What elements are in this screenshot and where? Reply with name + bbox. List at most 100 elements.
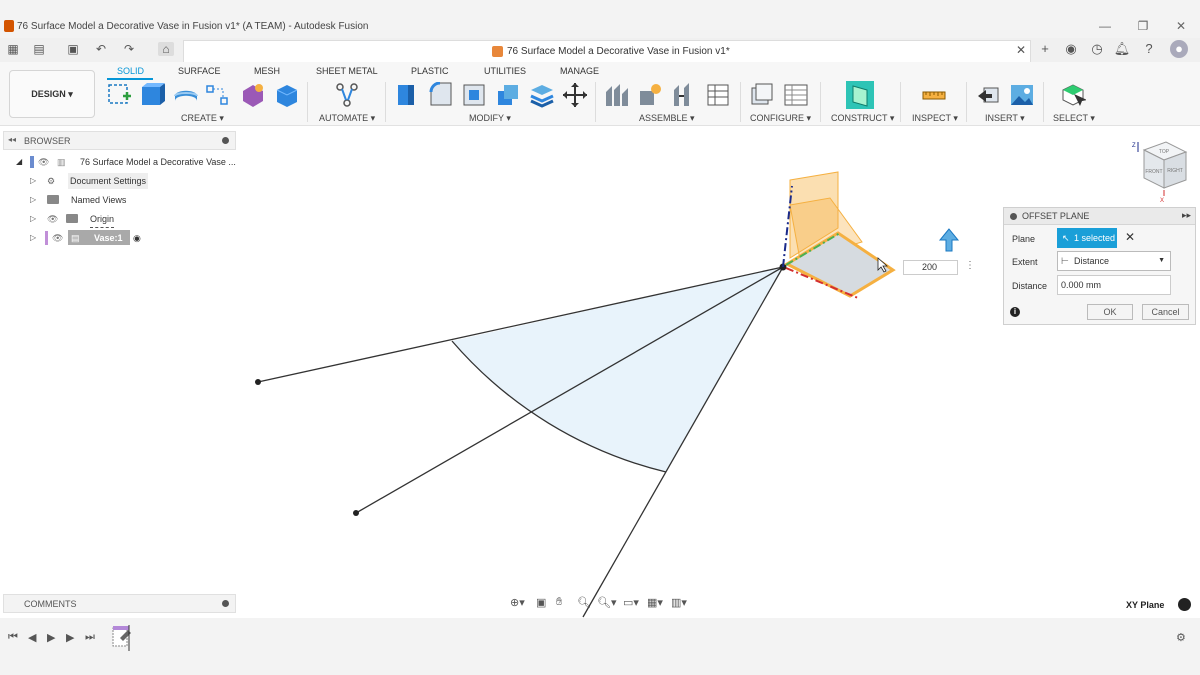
timeline-sketch-feature-icon[interactable] [110, 624, 136, 652]
expand-arrow-icon[interactable]: ◢ [16, 154, 22, 170]
visibility-eye-icon[interactable]: 👁︎ [52, 230, 63, 246]
expand-arrow-icon[interactable]: ▷ [30, 230, 36, 246]
more-options-icon[interactable]: ⋮ [965, 260, 975, 271]
configure-icon[interactable] [749, 82, 775, 108]
tab-surface[interactable]: SURFACE [178, 66, 221, 76]
bill-of-materials-icon[interactable] [705, 82, 731, 108]
configuration-table-icon[interactable] [783, 82, 809, 108]
grid-snaps-icon[interactable]: ▦▾ [647, 596, 663, 609]
tab-sheet-metal[interactable]: SHEET METAL [316, 66, 378, 76]
create-menu[interactable]: CREATE ▾ [181, 113, 224, 124]
comments-add-icon[interactable] [222, 600, 229, 607]
workspace-switcher[interactable]: DESIGN ▾ [9, 70, 95, 118]
pin-icon[interactable] [222, 137, 229, 144]
insert-image-icon[interactable] [1009, 82, 1035, 108]
select-menu[interactable]: SELECT ▾ [1053, 113, 1095, 124]
offset-distance-float-input[interactable]: 200 [903, 260, 958, 275]
look-at-icon[interactable]: ▣ [536, 596, 546, 609]
go-to-start-icon[interactable]: ⏮ [8, 631, 18, 644]
save-icon[interactable]: ▣ [65, 42, 81, 56]
notifications-icon[interactable]: 🔔︎ [1113, 40, 1131, 58]
close-window-button[interactable]: ✕ [1169, 19, 1193, 33]
modify-menu[interactable]: MODIFY ▾ [469, 113, 511, 124]
plane-selection-button[interactable]: ↖ 1 selected [1057, 228, 1117, 248]
create-sketch-icon[interactable] [107, 82, 133, 108]
tab-solid[interactable]: SOLID [117, 66, 144, 76]
expand-arrow-icon[interactable]: ▷ [30, 173, 36, 189]
home-icon[interactable]: ⌂ [158, 42, 174, 56]
assemble-menu[interactable]: ASSEMBLE ▾ [639, 113, 695, 124]
automate-menu[interactable]: AUTOMATE ▾ [319, 113, 375, 124]
distance-field[interactable]: 0.000 mm [1057, 275, 1171, 295]
tab-plastic[interactable]: PLASTIC [411, 66, 449, 76]
move-copy-icon[interactable] [562, 82, 588, 108]
expand-arrow-icon[interactable]: ▷ [30, 192, 36, 208]
press-pull-icon[interactable] [394, 82, 420, 108]
clear-selection-button[interactable]: ✕ [1125, 230, 1135, 244]
as-built-joint-icon[interactable] [671, 82, 697, 108]
dialog-header[interactable]: OFFSET PLANE ▸▸ [1004, 208, 1195, 225]
play-icon[interactable]: ▶ [47, 631, 55, 644]
sweep-icon[interactable] [205, 82, 231, 108]
restore-button[interactable]: ❐ [1131, 19, 1155, 33]
combine-icon[interactable] [529, 82, 555, 108]
close-tab-button[interactable]: ✕ [1016, 43, 1026, 57]
browser-item-vase[interactable]: ▷ 👁︎ ▤ Vase:1 ◉ [30, 230, 170, 246]
pan-icon[interactable]: ✋︎ [556, 596, 562, 609]
orbit-icon[interactable]: ⊕▾ [510, 596, 525, 609]
go-to-end-icon[interactable]: ⏭ [85, 631, 95, 644]
job-status-icon[interactable]: ◷ [1088, 40, 1106, 58]
expand-dialog-icon[interactable]: ▸▸ [1182, 210, 1191, 221]
construct-plane-icon[interactable] [845, 80, 875, 110]
configure-menu[interactable]: CONFIGURE ▾ [750, 113, 811, 124]
activate-radio-icon[interactable]: ◉ [133, 230, 141, 246]
undo-icon[interactable]: ↶ [93, 42, 109, 56]
browser-item-document-settings[interactable]: ▷ ⚙ Document Settings [30, 173, 170, 189]
minimize-button[interactable]: — [1093, 19, 1117, 33]
browser-item-origin[interactable]: ▷ 👁︎ Origin [30, 211, 170, 228]
file-menu-icon[interactable]: ▤ [31, 42, 47, 56]
browser-item-named-views[interactable]: ▷ Named Views [30, 192, 170, 208]
construct-menu[interactable]: CONSTRUCT ▾ [831, 113, 894, 124]
shell-icon[interactable] [495, 82, 521, 108]
user-avatar-icon[interactable]: ● [1170, 40, 1188, 58]
document-tab[interactable]: 76 Surface Model a Decorative Vase in Fu… [183, 40, 1031, 62]
info-icon[interactable]: i [1010, 307, 1020, 317]
collapse-icon[interactable]: ◂◂ [8, 135, 16, 144]
comments-panel-header[interactable]: COMMENTS [3, 594, 236, 613]
cancel-button[interactable]: Cancel [1142, 304, 1189, 320]
insert-derive-icon[interactable] [976, 82, 1002, 108]
tab-manage[interactable]: MANAGE [560, 66, 599, 76]
extent-dropdown[interactable]: ⊢ Distance ▼ [1057, 251, 1171, 271]
browser-root-node[interactable]: ◢ 👁︎ ▥ 76 Surface Model a Decorative Vas… [16, 154, 238, 170]
redo-icon[interactable]: ↷ [121, 42, 137, 56]
box-icon[interactable] [274, 82, 300, 108]
fit-icon[interactable]: 🔍︎▾ [597, 596, 617, 609]
automate-icon[interactable] [334, 82, 360, 108]
fillet-icon[interactable] [428, 82, 454, 108]
timeline-settings-gear-icon[interactable]: ⚙ [1176, 631, 1186, 644]
dialog-pin-icon[interactable] [1010, 213, 1017, 220]
step-forward-icon[interactable]: ▶ [66, 631, 74, 644]
tab-utilities[interactable]: UTILITIES [484, 66, 526, 76]
zoom-icon[interactable]: 🔍︎ [577, 596, 591, 609]
revolve-icon[interactable] [173, 82, 199, 108]
tab-mesh[interactable]: MESH [254, 66, 280, 76]
app-grid-icon[interactable]: ▦ [5, 42, 21, 56]
new-component-icon[interactable] [604, 82, 630, 108]
expand-arrow-icon[interactable]: ▷ [30, 211, 36, 227]
new-tab-icon[interactable]: + [1036, 40, 1054, 58]
create-form-icon[interactable] [240, 82, 266, 108]
chamfer-icon[interactable] [461, 82, 487, 108]
viewports-icon[interactable]: ▥▾ [671, 596, 687, 609]
visibility-eye-icon[interactable]: 👁︎ [47, 211, 58, 227]
measure-icon[interactable] [921, 82, 947, 108]
visibility-eye-icon[interactable]: 👁︎ [38, 154, 49, 170]
viewcube[interactable]: TOP FRONT RIGHT Z X [1130, 138, 1190, 204]
step-back-icon[interactable]: ◀ [28, 631, 36, 644]
select-icon[interactable] [1060, 82, 1086, 108]
extensions-icon[interactable]: ◉ [1062, 40, 1080, 58]
insert-menu[interactable]: INSERT ▾ [985, 113, 1025, 124]
joint-icon[interactable] [637, 82, 663, 108]
browser-panel-header[interactable]: ◂◂ BROWSER [3, 131, 236, 150]
